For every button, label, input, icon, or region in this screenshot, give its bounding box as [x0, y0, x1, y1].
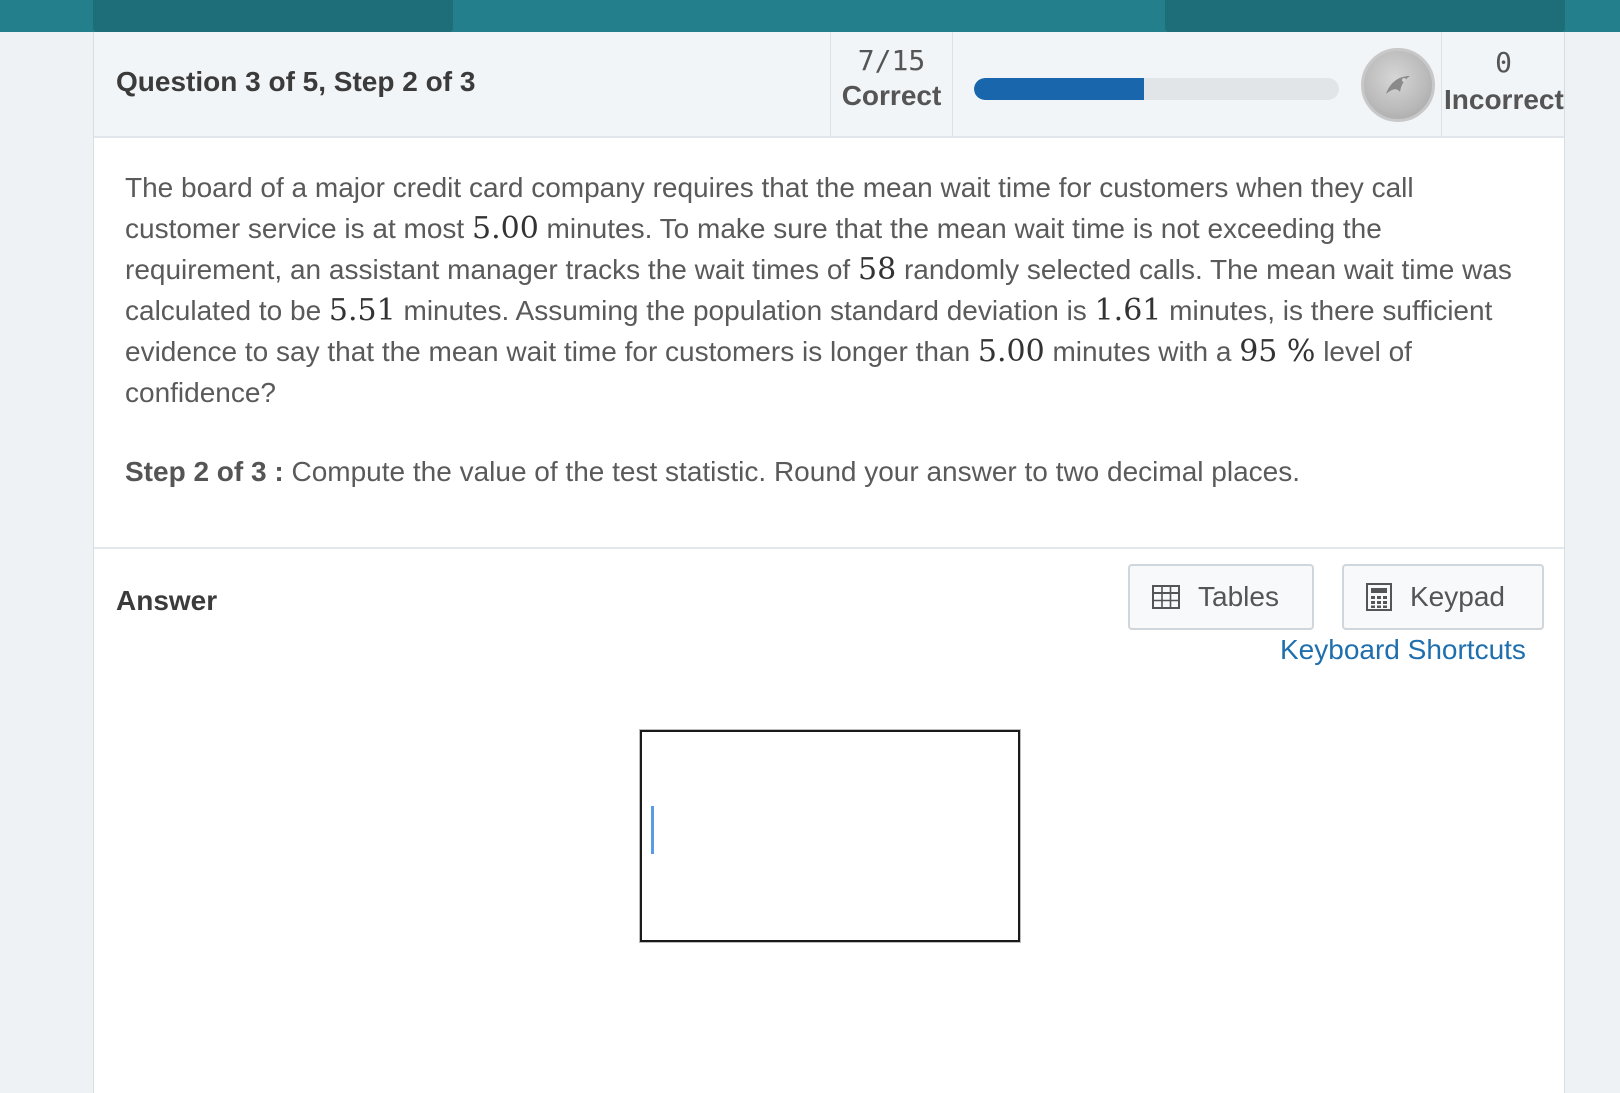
- keypad-label: Keypad: [1410, 581, 1505, 612]
- keyboard-shortcuts-link[interactable]: Keyboard Shortcuts: [1280, 634, 1526, 666]
- question-number: 5.00: [977, 334, 1045, 369]
- progress-fill: [974, 78, 1145, 100]
- step-instruction: Step 2 of 3 : Compute the value of the t…: [125, 456, 1535, 488]
- question-number: 5.51: [328, 293, 396, 328]
- question-card: Question 3 of 5, Step 2 of 3 7/15 Correc…: [93, 32, 1565, 1093]
- achievement-badge-icon[interactable]: [1361, 48, 1435, 122]
- correct-label: Correct: [841, 80, 942, 111]
- incorrect-counter: 0 Incorrect: [1441, 32, 1565, 136]
- step-label: Step 2 of 3 :: [125, 456, 284, 487]
- keypad-button[interactable]: Keypad: [1342, 564, 1544, 630]
- answer-label: Answer: [116, 585, 218, 616]
- incorrect-count: 0: [1495, 46, 1512, 79]
- question-number: 95 %: [1239, 334, 1316, 369]
- question-text-part: minutes with a: [1044, 336, 1240, 367]
- table-icon: [1152, 585, 1180, 609]
- question-number: 58: [858, 252, 897, 287]
- step-text: Compute the value of the test statistic.…: [283, 456, 1300, 487]
- tables-label: Tables: [1198, 581, 1279, 612]
- top-tab-right[interactable]: [1165, 0, 1565, 32]
- correct-counter: 7/15 Correct: [830, 32, 953, 136]
- answer-input[interactable]: [640, 730, 1020, 942]
- tables-button[interactable]: Tables: [1128, 564, 1314, 630]
- question-text-part: minutes. Assuming the population standar…: [395, 295, 1095, 326]
- calculator-icon: [1366, 583, 1392, 611]
- top-bar: [0, 0, 1620, 32]
- question-header: Question 3 of 5, Step 2 of 3 7/15 Correc…: [94, 32, 1564, 138]
- question-number: 1.61: [1094, 293, 1162, 328]
- section-divider: [94, 547, 1564, 549]
- text-caret: [651, 806, 654, 854]
- question-number: 5.00: [471, 211, 539, 246]
- top-tab-left[interactable]: [93, 0, 453, 32]
- incorrect-label: Incorrect: [1444, 84, 1564, 115]
- correct-count: 7/15: [857, 44, 926, 77]
- progress-bar: [974, 78, 1339, 100]
- question-text: The board of a major credit card company…: [125, 167, 1535, 413]
- question-title: Question 3 of 5, Step 2 of 3: [116, 66, 476, 97]
